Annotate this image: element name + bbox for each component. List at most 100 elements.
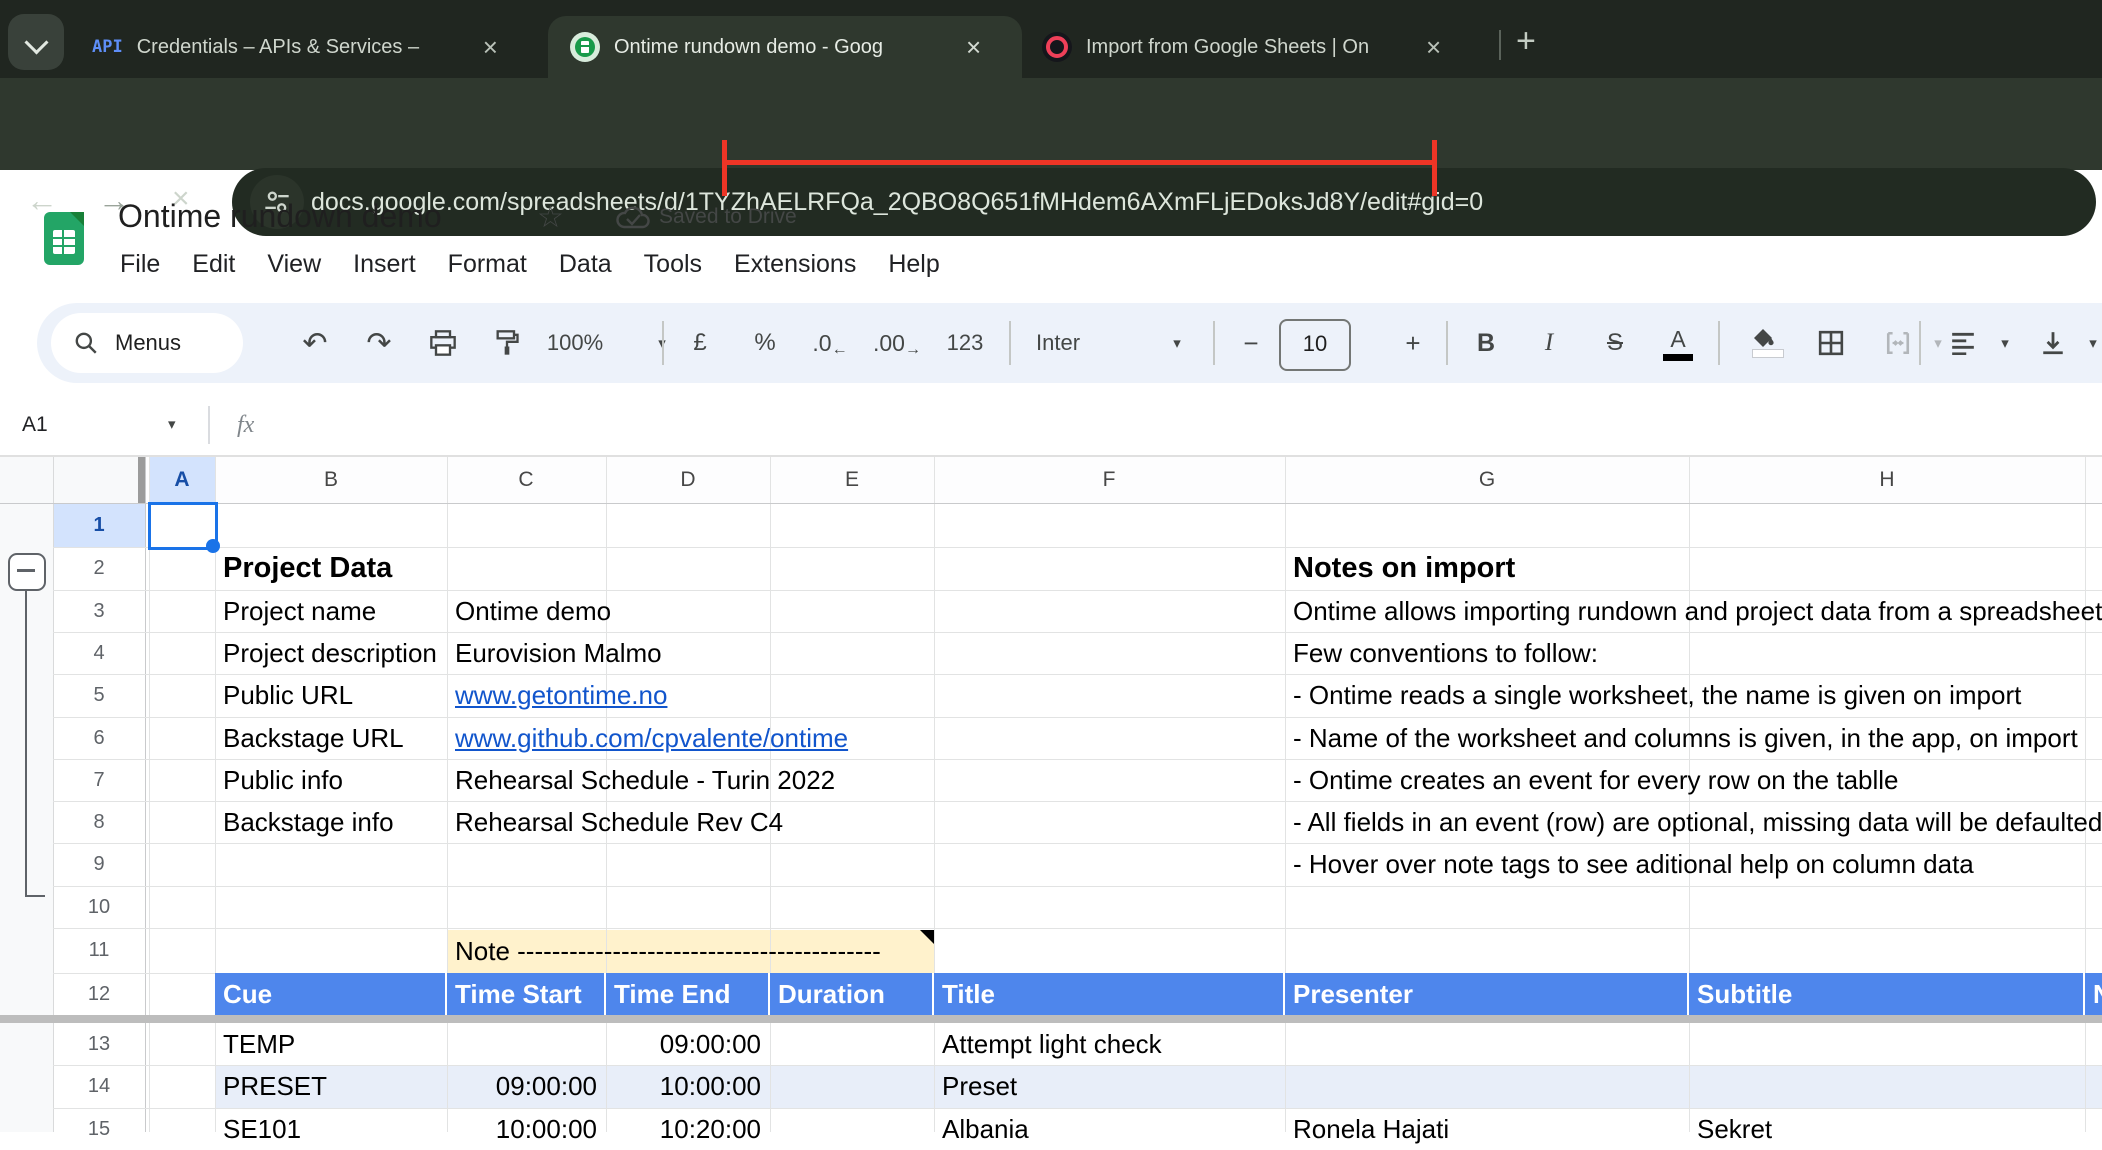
table-header-time-end[interactable]: Time End bbox=[606, 973, 770, 1015]
cell-C8[interactable]: Rehearsal Schedule Rev C4 bbox=[455, 801, 783, 843]
row-header[interactable]: 8 bbox=[53, 801, 145, 843]
column-header-A[interactable]: A bbox=[174, 457, 189, 503]
name-box[interactable]: A1 bbox=[22, 395, 48, 455]
close-icon[interactable]: × bbox=[1426, 34, 1441, 60]
column-header-E[interactable]: E bbox=[845, 457, 859, 503]
cell-C3[interactable]: Ontime demo bbox=[455, 590, 611, 632]
table-header-cue[interactable]: Cue bbox=[215, 973, 447, 1015]
row-header[interactable]: 10 bbox=[53, 886, 145, 928]
cell-G2[interactable]: Notes on import bbox=[1293, 547, 1515, 590]
address-bar[interactable]: docs.google.com/spreadsheets/d/1TYZhAELR… bbox=[232, 168, 2096, 236]
column-header-C[interactable]: C bbox=[518, 457, 533, 503]
row-header[interactable]: 9 bbox=[53, 843, 145, 886]
cell-B2[interactable]: Project Data bbox=[223, 547, 392, 590]
cell-B5[interactable]: Public URL bbox=[223, 674, 353, 717]
menu-tools[interactable]: Tools bbox=[644, 250, 702, 279]
menu-data[interactable]: Data bbox=[559, 250, 612, 279]
cell-D14[interactable]: 10:00:00 bbox=[606, 1065, 761, 1108]
table-header-subtitle[interactable]: Subtitle bbox=[1689, 973, 2085, 1015]
menu-insert[interactable]: Insert bbox=[353, 250, 416, 279]
cell-F14[interactable]: Preset bbox=[942, 1065, 1017, 1108]
cell-B8[interactable]: Backstage info bbox=[223, 801, 394, 843]
row-header[interactable]: 11 bbox=[53, 928, 145, 973]
column-header-B[interactable]: B bbox=[324, 457, 338, 503]
name-box-caret-icon[interactable]: ▾ bbox=[168, 395, 176, 455]
cell-G15[interactable]: Ronela Hajati bbox=[1293, 1108, 1449, 1150]
font-size-input[interactable]: 10 bbox=[1279, 319, 1351, 371]
menu-format[interactable]: Format bbox=[448, 250, 527, 279]
column-header-F[interactable]: F bbox=[1103, 457, 1116, 503]
row-header[interactable]: 5 bbox=[53, 674, 145, 717]
row-header[interactable]: 1 bbox=[53, 503, 145, 547]
menu-file[interactable]: File bbox=[120, 250, 160, 279]
italic-button[interactable]: I bbox=[1519, 303, 1579, 383]
cell-C11-note[interactable]: Note -----------------------------------… bbox=[455, 930, 931, 973]
row-header[interactable]: 4 bbox=[53, 632, 145, 674]
cell-G6[interactable]: - Name of the worksheet and columns is g… bbox=[1293, 717, 2078, 759]
formula-input[interactable] bbox=[290, 395, 2090, 455]
row-header[interactable]: 6 bbox=[53, 717, 145, 759]
row-header[interactable]: 7 bbox=[53, 759, 145, 801]
strikethrough-button[interactable]: S bbox=[1585, 303, 1645, 383]
tab-import-docs[interactable]: Import from Google Sheets | On × bbox=[1028, 16, 1486, 78]
cell-G9[interactable]: - Hover over note tags to see aditional … bbox=[1293, 843, 1974, 886]
cell-C15[interactable]: 10:00:00 bbox=[447, 1108, 597, 1150]
frozen-row-divider[interactable] bbox=[0, 1015, 2102, 1023]
cell-H15[interactable]: Sekret bbox=[1697, 1108, 1772, 1150]
document-title[interactable]: Ontime rundown demo bbox=[118, 198, 442, 235]
currency-format-button[interactable]: £ bbox=[670, 303, 730, 383]
cell-D15[interactable]: 10:20:00 bbox=[606, 1108, 761, 1150]
column-header-D[interactable]: D bbox=[680, 457, 695, 503]
percent-format-button[interactable]: % bbox=[735, 303, 795, 383]
cell-C14[interactable]: 09:00:00 bbox=[447, 1065, 597, 1108]
column-header-H[interactable]: H bbox=[1879, 457, 1894, 503]
row-header[interactable]: 15 bbox=[53, 1108, 145, 1150]
font-select[interactable]: Inter bbox=[1022, 303, 1146, 383]
cell-C6-link[interactable]: www.github.com/cpvalente/ontime bbox=[455, 717, 848, 759]
decrease-font-size-button[interactable]: − bbox=[1223, 303, 1279, 383]
collapse-group-button[interactable] bbox=[8, 553, 46, 591]
row-header[interactable]: 2 bbox=[53, 547, 145, 590]
increase-decimal-button[interactable]: .00→ bbox=[865, 303, 929, 383]
borders-button[interactable] bbox=[1801, 303, 1861, 383]
text-color-button[interactable]: A bbox=[1648, 303, 1708, 383]
tab-credentials[interactable]: API Credentials – APIs & Services – × bbox=[56, 16, 526, 78]
cell-G5[interactable]: - Ontime reads a single worksheet, the n… bbox=[1293, 674, 2021, 717]
vertical-align-caret-icon[interactable]: ▾ bbox=[2073, 303, 2102, 383]
row-header[interactable]: 3 bbox=[53, 590, 145, 632]
row-header[interactable]: 12 bbox=[53, 973, 145, 1015]
close-icon[interactable]: × bbox=[483, 34, 498, 60]
select-all-corner[interactable] bbox=[0, 457, 145, 503]
cell-C5-link[interactable]: www.getontime.no bbox=[455, 674, 667, 717]
selection-fill-handle[interactable] bbox=[206, 539, 220, 553]
cell-G8[interactable]: - All fields in an event (row) are optio… bbox=[1293, 801, 2102, 843]
table-header-time-start[interactable]: Time Start bbox=[447, 973, 606, 1015]
horizontal-align-caret-icon[interactable]: ▾ bbox=[1985, 303, 2025, 383]
increase-font-size-button[interactable]: + bbox=[1385, 303, 1441, 383]
number-format-button[interactable]: 123 bbox=[933, 303, 997, 383]
cell-C4[interactable]: Eurovision Malmo bbox=[455, 632, 662, 674]
cell-G7[interactable]: - Ontime creates an event for every row … bbox=[1293, 759, 1899, 801]
zoom-select[interactable]: 100% bbox=[505, 303, 645, 383]
menu-extensions[interactable]: Extensions bbox=[734, 250, 856, 279]
cell-B4[interactable]: Project description bbox=[223, 632, 447, 674]
redo-button[interactable]: ↷ bbox=[349, 303, 409, 383]
table-header-duration[interactable]: Duration bbox=[770, 973, 934, 1015]
table-header-title[interactable]: Title bbox=[934, 973, 1285, 1015]
menus-search-button[interactable]: Menus bbox=[51, 313, 243, 373]
decrease-decimal-button[interactable]: .0← bbox=[800, 303, 860, 383]
star-icon[interactable]: ☆ bbox=[537, 200, 564, 235]
table-header-presenter[interactable]: Presenter bbox=[1285, 973, 1689, 1015]
cell-B3[interactable]: Project name bbox=[223, 590, 376, 632]
menu-help[interactable]: Help bbox=[888, 250, 939, 279]
cell-C7[interactable]: Rehearsal Schedule - Turin 2022 bbox=[455, 759, 835, 801]
undo-button[interactable]: ↶ bbox=[285, 303, 345, 383]
print-button[interactable] bbox=[413, 303, 473, 383]
cell-B6[interactable]: Backstage URL bbox=[223, 717, 404, 759]
tab-ontime-sheet[interactable]: Ontime rundown demo - Goog × bbox=[548, 16, 1022, 78]
bold-button[interactable]: B bbox=[1456, 303, 1516, 383]
cell-F15[interactable]: Albania bbox=[942, 1108, 1029, 1150]
font-caret-icon[interactable]: ▾ bbox=[1147, 303, 1207, 383]
cell-D13[interactable]: 09:00:00 bbox=[606, 1023, 761, 1065]
cell-B13[interactable]: TEMP bbox=[223, 1023, 295, 1065]
